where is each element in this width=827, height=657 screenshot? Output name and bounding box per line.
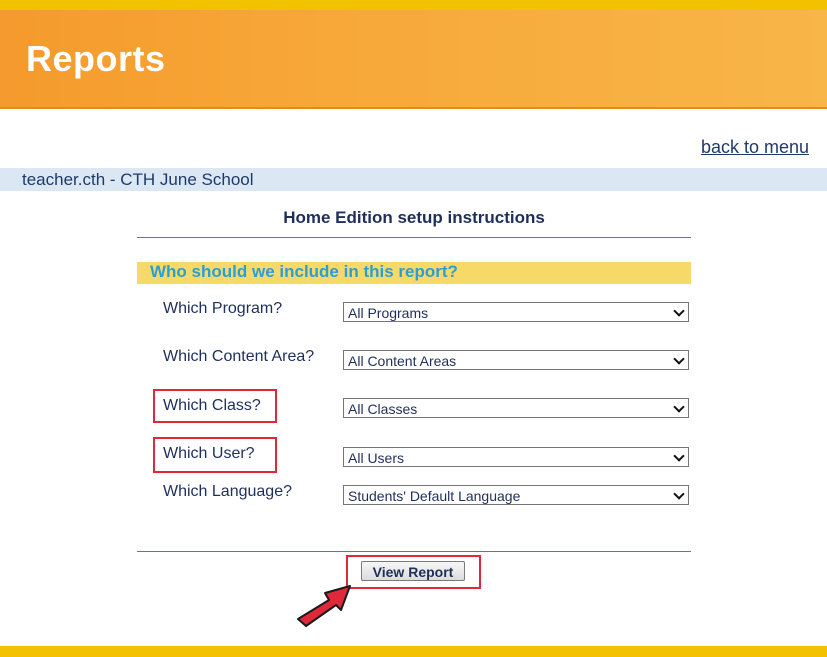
user-select-value: All Users	[348, 450, 405, 466]
class-label: Which Class?	[163, 397, 261, 414]
class-select-value: All Classes	[348, 401, 418, 417]
chevron-down-icon	[673, 401, 685, 413]
content-area-select[interactable]: All Content Areas	[343, 350, 689, 370]
user-select[interactable]: All Users	[343, 447, 689, 467]
chevron-down-icon	[673, 353, 685, 365]
language-label: Which Language?	[163, 483, 292, 500]
class-select[interactable]: All Classes	[343, 398, 689, 418]
chevron-down-icon	[673, 305, 685, 317]
red-arrow-icon	[297, 585, 351, 627]
divider	[137, 237, 691, 238]
content-area-select-value: All Content Areas	[348, 353, 457, 369]
program-select[interactable]: All Programs	[343, 302, 689, 322]
section-title: Home Edition setup instructions	[283, 208, 545, 227]
bottom-strip	[0, 646, 827, 657]
divider	[137, 551, 691, 552]
program-label: Which Program?	[163, 300, 283, 317]
chevron-down-icon	[673, 450, 685, 462]
language-select-value: Students' Default Language	[348, 488, 521, 504]
page-title: Reports	[26, 38, 166, 79]
include-heading-bar: Who should we include in this report?	[137, 262, 691, 284]
back-to-menu-link[interactable]: back to menu	[701, 137, 809, 158]
program-select-value: All Programs	[348, 305, 429, 321]
top-strip	[0, 0, 827, 10]
content-area-label: Which Content Area?	[163, 348, 315, 365]
user-label: Which User?	[163, 445, 255, 462]
include-heading: Who should we include in this report?	[150, 262, 458, 281]
language-select[interactable]: Students' Default Language	[343, 485, 689, 505]
user-school-label: teacher.cth - CTH June School	[22, 170, 254, 189]
page-header: Reports	[0, 10, 827, 109]
view-report-button[interactable]: View Report	[361, 561, 465, 581]
user-bar: teacher.cth - CTH June School	[0, 168, 827, 191]
chevron-down-icon	[673, 488, 685, 500]
